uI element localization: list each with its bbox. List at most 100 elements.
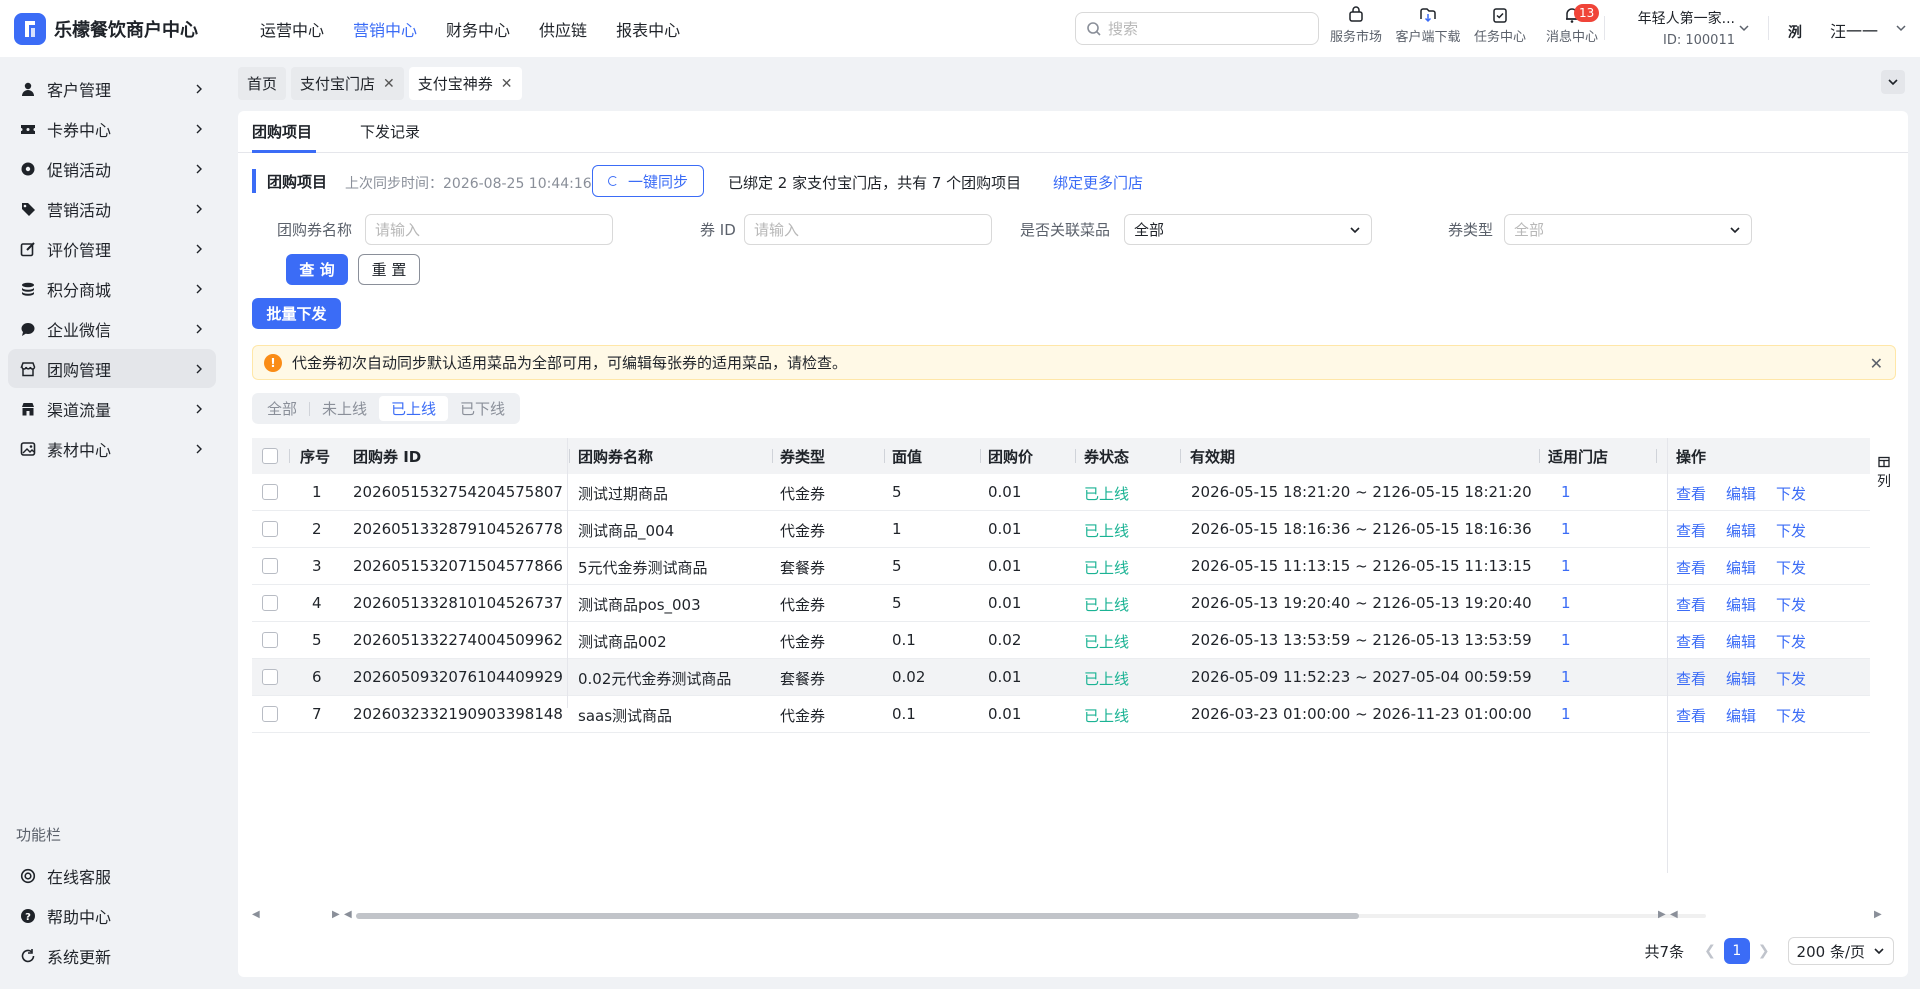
row-checkbox[interactable] bbox=[262, 706, 278, 722]
dispatch-link[interactable]: 下发 bbox=[1776, 520, 1806, 541]
row-checkbox[interactable] bbox=[262, 484, 278, 500]
row-checkbox[interactable] bbox=[262, 558, 278, 574]
edit-link[interactable]: 编辑 bbox=[1726, 594, 1756, 615]
dispatch-link[interactable]: 下发 bbox=[1776, 483, 1806, 504]
sidebar-item-materials[interactable]: 素材中心 bbox=[8, 429, 216, 468]
tool-client-download[interactable]: 客户端下载 bbox=[1392, 6, 1464, 45]
status-tab-all[interactable]: 全部 bbox=[255, 396, 309, 421]
cell-stores-link[interactable]: 1 bbox=[1561, 594, 1571, 612]
tab-group-buy-items[interactable]: 团购项目 bbox=[252, 121, 312, 142]
coupon-id-input[interactable]: 请输入 bbox=[744, 214, 992, 245]
edit-link[interactable]: 编辑 bbox=[1726, 631, 1756, 652]
user-name[interactable]: 汪一一 bbox=[1830, 18, 1878, 42]
sidebar-item-customer[interactable]: 客户管理 bbox=[8, 69, 216, 108]
search-input[interactable]: 搜索 bbox=[1075, 12, 1319, 45]
tool-message-center[interactable]: 消息中心 13 bbox=[1536, 4, 1608, 45]
scroll-left-icon[interactable]: ◀ bbox=[252, 909, 260, 920]
next-page-icon[interactable]: ❯ bbox=[1758, 943, 1770, 959]
reset-button[interactable]: 重 置 bbox=[358, 254, 420, 285]
view-link[interactable]: 查看 bbox=[1676, 483, 1706, 504]
topnav-item-finance[interactable]: 财务中心 bbox=[446, 17, 510, 41]
view-link[interactable]: 查看 bbox=[1676, 520, 1706, 541]
sidebar-item-points-mall[interactable]: 积分商城 bbox=[8, 269, 216, 308]
view-link[interactable]: 查看 bbox=[1676, 668, 1706, 689]
status-tab-offline[interactable]: 已下线 bbox=[448, 396, 517, 421]
scroll-right-icon[interactable]: ▶ bbox=[1874, 909, 1882, 920]
batch-dispatch-button[interactable]: 批量下发 bbox=[252, 298, 341, 329]
select-all-checkbox[interactable] bbox=[262, 448, 278, 464]
page-size-select[interactable]: 200 条/页 bbox=[1787, 937, 1894, 965]
sidebar-item-card-coupon[interactable]: 卡券中心 bbox=[8, 109, 216, 148]
coupon-type-select[interactable]: 全部 bbox=[1504, 214, 1752, 245]
org-switcher[interactable]: 年轻人第一家... ID: 100011 bbox=[1620, 8, 1735, 52]
tabs-collapse-button[interactable] bbox=[1881, 70, 1905, 94]
dispatch-link[interactable]: 下发 bbox=[1776, 557, 1806, 578]
row-checkbox[interactable] bbox=[262, 669, 278, 685]
edit-link[interactable]: 编辑 bbox=[1726, 520, 1756, 541]
sidebar-item-system-update[interactable]: 系统更新 bbox=[8, 936, 216, 975]
page-number-current[interactable]: 1 bbox=[1723, 938, 1750, 964]
edit-link[interactable]: 编辑 bbox=[1726, 668, 1756, 689]
sidebar-item-marketing[interactable]: 营销活动 bbox=[8, 189, 216, 228]
topnav-item-ops[interactable]: 运营中心 bbox=[260, 17, 324, 41]
sidebar-item-channel[interactable]: 渠道流量 bbox=[8, 389, 216, 428]
sidebar-item-wecom[interactable]: 企业微信 bbox=[8, 309, 216, 348]
bind-more-stores-link[interactable]: 绑定更多门店 bbox=[1053, 172, 1143, 193]
status-tab-online[interactable]: 已上线 bbox=[379, 396, 449, 421]
topnav-item-report[interactable]: 报表中心 bbox=[616, 17, 680, 41]
column-settings-button[interactable]: 列 bbox=[1874, 455, 1894, 491]
dispatch-link[interactable]: 下发 bbox=[1776, 668, 1806, 689]
sidebar-item-group-buy[interactable]: 团购管理 bbox=[8, 349, 216, 388]
view-link[interactable]: 查看 bbox=[1676, 705, 1706, 726]
dispatch-link[interactable]: 下发 bbox=[1776, 631, 1806, 652]
scrollbar-thumb[interactable] bbox=[356, 913, 1359, 919]
page-tab-alipay-store[interactable]: 支付宝门店 ✕ bbox=[291, 67, 404, 100]
tab-dispatch-records[interactable]: 下发记录 bbox=[360, 121, 420, 142]
scroll-right-icon[interactable]: ▶ bbox=[1658, 909, 1666, 920]
link-dish-select[interactable]: 全部 bbox=[1124, 214, 1372, 245]
scroll-right-icon[interactable]: ▶ bbox=[332, 909, 340, 920]
status-tab-offline-pending[interactable]: 未上线 bbox=[310, 396, 379, 421]
row-checkbox[interactable] bbox=[262, 595, 278, 611]
scroll-left-icon[interactable]: ◀ bbox=[344, 909, 352, 920]
topnav-item-marketing[interactable]: 营销中心 bbox=[353, 17, 417, 41]
sidebar-item-online-service[interactable]: 在线客服 bbox=[8, 856, 216, 895]
avatar[interactable]: 洌 bbox=[1788, 22, 1802, 42]
horizontal-scrollbar[interactable]: ◀ ▶ ◀ ▶ ◀ ▶ bbox=[252, 909, 1896, 921]
cell-stores-link[interactable]: 1 bbox=[1561, 483, 1571, 501]
topnav-item-supply[interactable]: 供应链 bbox=[539, 17, 587, 41]
close-icon[interactable]: ✕ bbox=[383, 76, 395, 92]
dispatch-link[interactable]: 下发 bbox=[1776, 594, 1806, 615]
tool-service-market[interactable]: 服务市场 bbox=[1320, 6, 1392, 45]
app-logo[interactable]: 乐檬餐饮商户中心 bbox=[14, 12, 236, 45]
view-link[interactable]: 查看 bbox=[1676, 594, 1706, 615]
scroll-left-icon[interactable]: ◀ bbox=[1670, 909, 1678, 920]
row-checkbox[interactable] bbox=[262, 632, 278, 648]
query-button[interactable]: 查 询 bbox=[286, 254, 348, 285]
page-tab-home[interactable]: 首页 bbox=[238, 67, 287, 100]
cell-stores-link[interactable]: 1 bbox=[1561, 631, 1571, 649]
view-link[interactable]: 查看 bbox=[1676, 631, 1706, 652]
tool-task-center[interactable]: 任务中心 bbox=[1464, 6, 1536, 45]
cell-stores-link[interactable]: 1 bbox=[1561, 557, 1571, 575]
edit-link[interactable]: 编辑 bbox=[1726, 557, 1756, 578]
close-icon[interactable]: ✕ bbox=[1870, 354, 1883, 373]
sidebar-item-review[interactable]: 评价管理 bbox=[8, 229, 216, 268]
sidebar-item-help[interactable]: ? 帮助中心 bbox=[8, 896, 216, 935]
coupon-name-input[interactable]: 请输入 bbox=[365, 214, 613, 245]
edit-link[interactable]: 编辑 bbox=[1726, 705, 1756, 726]
chevron-down-icon[interactable] bbox=[1738, 22, 1750, 34]
chevron-down-icon[interactable] bbox=[1895, 22, 1907, 34]
cell-stores-link[interactable]: 1 bbox=[1561, 668, 1571, 686]
close-icon[interactable]: ✕ bbox=[501, 76, 513, 92]
prev-page-icon[interactable]: ❮ bbox=[1704, 943, 1716, 959]
view-link[interactable]: 查看 bbox=[1676, 557, 1706, 578]
row-checkbox[interactable] bbox=[262, 521, 278, 537]
dispatch-link[interactable]: 下发 bbox=[1776, 705, 1806, 726]
cell-stores-link[interactable]: 1 bbox=[1561, 520, 1571, 538]
sync-button[interactable]: 一键同步 bbox=[592, 165, 704, 197]
page-tab-alipay-coupon[interactable]: 支付宝神券 ✕ bbox=[408, 67, 522, 100]
edit-link[interactable]: 编辑 bbox=[1726, 483, 1756, 504]
sidebar-item-promotion[interactable]: 促销活动 bbox=[8, 149, 216, 188]
cell-stores-link[interactable]: 1 bbox=[1561, 705, 1571, 723]
